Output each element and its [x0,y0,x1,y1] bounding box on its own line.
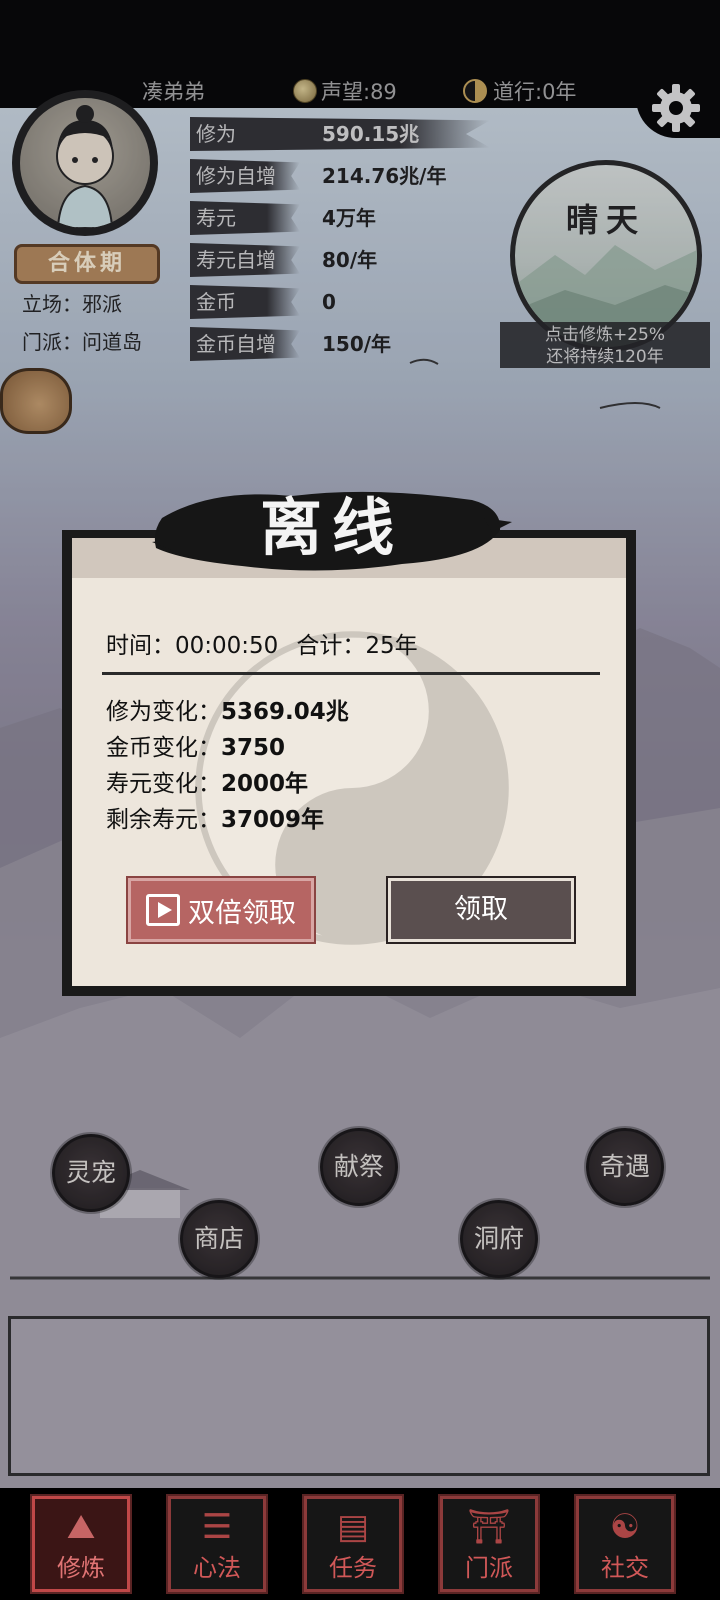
play-video-icon [146,894,180,926]
nav-cultivate[interactable]: ⛰ 修炼 [30,1494,132,1594]
nav-label: 心法 [193,1554,241,1582]
change-label: 剩余寿元： [106,807,221,833]
nav-label: 社交 [601,1554,649,1582]
change-label: 金币变化： [106,735,221,761]
nav-label: 修炼 [57,1554,105,1582]
change-value: 3750 [221,735,286,761]
change-label: 寿元变化： [106,771,221,797]
dialog-title: 离线 [259,491,404,564]
bottom-nav-bar: ⛰ 修炼 ☰ 心法 ▤ 任务 ⛩ 门派 ☯ 社交 [0,1488,720,1600]
change-row-cultivation: 修为变化：5369.04兆 [106,692,349,726]
change-label: 修为变化： [106,699,221,725]
change-row-gold: 金币变化：3750 [106,728,285,762]
offline-dialog-body: 时间：00:00:50 合计：25年 修为变化：5369.04兆 金币变化：37… [72,538,626,986]
claim-button[interactable]: 领取 [386,876,576,944]
change-value: 37009年 [221,807,325,833]
change-value: 5369.04兆 [221,699,349,725]
nav-social[interactable]: ☯ 社交 [574,1494,676,1594]
scroll-icon: ☰ [201,1507,233,1547]
dialog-title-banner: 离线 [152,478,512,586]
nav-sect[interactable]: ⛩ 门派 [438,1494,540,1594]
sect-icon: ⛩ [467,1507,511,1547]
double-claim-label: 双倍领取 [188,897,296,929]
task-scroll-icon: ▤ [336,1507,370,1547]
change-value: 2000年 [221,771,309,797]
offline-total: 合计：25年 [296,633,418,659]
dialog-divider [102,672,600,675]
social-icon: ☯ [609,1507,641,1547]
offline-time-line: 时间：00:00:50 合计：25年 [106,626,418,660]
change-row-lifespan: 寿元变化：2000年 [106,764,308,798]
change-row-remaining-lifespan: 剩余寿元：37009年 [106,800,324,834]
offline-dialog: 时间：00:00:50 合计：25年 修为变化：5369.04兆 金币变化：37… [62,530,636,996]
nav-label: 门派 [465,1554,513,1582]
cultivate-icon: ⛰ [66,1507,96,1547]
nav-method[interactable]: ☰ 心法 [166,1494,268,1594]
nav-task[interactable]: ▤ 任务 [302,1494,404,1594]
nav-label: 任务 [329,1554,377,1582]
offline-time: 时间：00:00:50 [106,633,279,659]
double-claim-button[interactable]: 双倍领取 [126,876,316,944]
